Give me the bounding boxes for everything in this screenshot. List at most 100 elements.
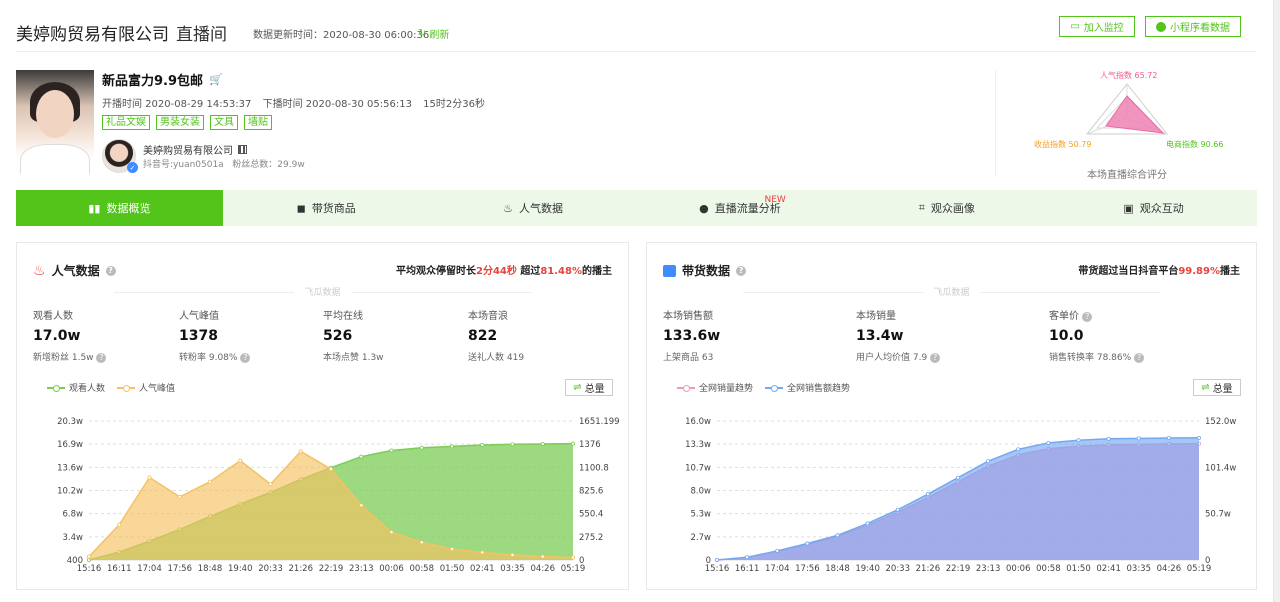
add-monitor-button[interactable]: ▭ 加入监控 [1059,16,1135,37]
data-point[interactable] [510,442,515,447]
tab-popularity[interactable]: ♨ 人气数据 [430,190,637,226]
metric-label: 本场音浪 [468,311,508,322]
anchor-name[interactable]: 美婷购贸易有限公司 [143,142,247,157]
radar-score-area [1105,95,1165,134]
data-point[interactable] [1016,447,1021,452]
data-point[interactable] [238,458,243,463]
data-point[interactable] [449,547,454,552]
data-point[interactable] [177,494,182,499]
sales-title: 带货数据 ? [663,262,747,279]
y2-tick-label: 1100.8 [579,463,609,473]
tab-label: 数据概览 [106,202,151,215]
tab-products[interactable]: ◼ 带货商品 [223,190,430,226]
data-point[interactable] [1076,438,1081,443]
data-point[interactable] [925,492,930,497]
mini-program-button[interactable]: 小程序看数据 [1145,16,1241,37]
data-point[interactable] [389,530,394,535]
metric-label: 客单价 ? [1049,307,1144,322]
x-tick-label: 17:56 [795,564,820,574]
data-point[interactable] [510,552,515,557]
refresh-icon: ↻ [418,28,427,39]
data-point[interactable] [147,475,152,480]
data-point[interactable] [480,443,485,448]
legend-item[interactable]: 人气峰值 [117,381,175,394]
qr-code-icon[interactable] [238,145,247,154]
data-point[interactable] [268,482,273,487]
data-point[interactable] [359,503,364,508]
anchor-meta: 抖音号:yuan0501a 粉丝总数：29.9w [143,157,305,170]
data-point[interactable] [955,475,960,480]
data-point[interactable] [1136,436,1141,441]
help-icon[interactable]: ? [1082,311,1093,322]
data-point[interactable] [419,445,424,450]
tab-audience-interaction[interactable]: ▣ 观众互动 [1050,190,1257,226]
summary-text: 播主 [1220,266,1240,277]
chart-legend: 全网销量趋势 全网销售额趋势 [677,381,850,394]
help-icon[interactable]: ? [96,352,107,363]
data-point[interactable] [835,533,840,538]
data-point[interactable] [805,541,810,546]
data-point[interactable] [571,555,576,560]
data-point[interactable] [207,479,212,484]
data-point[interactable] [298,449,303,454]
data-point[interactable] [1046,440,1051,445]
y-tick-label: 10.2w [57,487,83,497]
company-name: 美婷购贸易有限公司 [16,25,169,45]
chat-icon: ▣ [1123,201,1134,215]
help-icon[interactable]: ? [240,352,251,363]
data-point[interactable] [328,467,333,472]
metric-label: 本场销售额 [663,311,713,322]
data-point[interactable] [1106,436,1111,441]
y-tick-label: 5.3w [691,510,712,520]
data-point[interactable] [540,441,545,446]
summary-highlight: 81.48% [540,266,582,277]
x-tick-label: 03:35 [500,564,525,574]
help-icon[interactable]: ? [736,265,747,276]
data-point[interactable] [1197,435,1202,440]
fan-count: 粉丝总数：29.9w [232,160,305,170]
y2-tick-label: 550.4 [579,510,603,520]
help-icon[interactable]: ? [105,265,116,276]
y-tick-label: 2.7w [691,533,712,543]
legend-item[interactable]: 全网销量趋势 [677,381,753,394]
live-title-text: 新品富力9.9包邮 [102,74,204,89]
add-monitor-label: 加入监控 [1083,23,1124,34]
refresh-button[interactable]: ↻ 刷新 [418,26,449,41]
y2-tick-label: 101.4w [1205,463,1236,473]
data-point[interactable] [1166,436,1171,441]
legend-item[interactable]: 全网销售额趋势 [765,381,850,394]
data-point[interactable] [775,548,780,553]
chart-legend: 观看人数 人气峰值 [47,381,175,394]
total-toggle-button[interactable]: ⇌ 总量 [1193,379,1241,396]
legend-label: 观看人数 [69,384,106,394]
scrollbar[interactable] [1274,0,1280,602]
tab-audience-portrait[interactable]: ⌗ 观众画像 [843,190,1050,226]
data-point[interactable] [359,454,364,459]
data-point[interactable] [895,507,900,512]
tab-overview[interactable]: ▮▮ 数据概览 [16,190,223,226]
help-icon[interactable]: ? [1134,352,1145,363]
data-point[interactable] [419,540,424,545]
summary-highlight: 2分44秒 [475,266,517,277]
data-point[interactable] [117,522,122,527]
total-toggle-button[interactable]: ⇌ 总量 [565,379,613,396]
x-tick-label: 00:06 [379,564,404,574]
tab-label: 观众互动 [1139,202,1184,215]
data-point[interactable] [571,441,576,446]
data-point[interactable] [389,448,394,453]
legend-label: 全网销售额趋势 [787,384,851,394]
data-point[interactable] [745,555,750,560]
data-point[interactable] [449,444,454,449]
data-point[interactable] [480,550,485,555]
live-cover-image[interactable] [16,70,94,174]
data-point[interactable] [540,554,545,559]
x-tick-label: 02:41 [1096,564,1121,574]
tab-traffic[interactable]: ● 直播流量分析 NEW [636,190,843,226]
data-point[interactable] [715,557,720,562]
data-point[interactable] [986,459,991,464]
data-point[interactable] [865,521,870,526]
verified-icon: ✓ [127,162,138,173]
legend-item[interactable]: 观看人数 [47,381,105,394]
help-icon[interactable]: ? [930,352,941,363]
data-point[interactable] [87,554,92,559]
